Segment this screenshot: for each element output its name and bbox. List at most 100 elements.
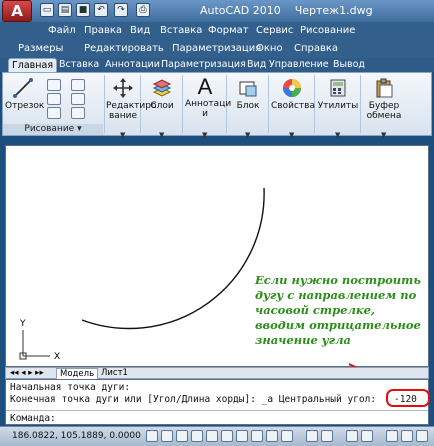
menu-bar-row-1: Файл Правка Вид Вставка Формат Сервис Ри… [0,22,434,40]
draw-panel-label: Рисование [24,124,75,134]
line-button[interactable]: Отрезок [5,77,45,111]
layers-icon [152,79,172,97]
modify-button[interactable]: Редактиро вание [106,77,156,121]
utilities-panel: Утилиты ▼ [315,75,361,139]
new-icon[interactable]: ▭ [40,3,54,17]
draw-panel-title[interactable]: Рисование ▾ [3,124,103,135]
snap-icon[interactable] [146,430,158,442]
chevron-down-icon[interactable]: ▼ [159,131,164,139]
menu-tools[interactable]: Сервис [256,25,293,36]
save-icon[interactable]: ■ [76,3,90,17]
menu-draw[interactable]: Рисование [300,25,355,36]
lock-icon[interactable] [401,430,413,442]
ucs-x-label: X [54,352,60,362]
polyline-icon[interactable] [47,79,61,91]
chevron-down-icon[interactable]: ▼ [289,131,294,139]
grid-icon[interactable] [161,430,173,442]
open-icon[interactable]: ▤ [58,3,72,17]
tab-manage[interactable]: Управление [266,58,332,72]
ucs-y-label: Y [19,319,26,329]
hatch-icon[interactable] [71,107,85,119]
properties-button[interactable]: Свойства [271,77,315,111]
menu-help[interactable]: Справка [294,43,338,54]
menu-modify[interactable]: Редактировать [84,43,164,54]
ortho-icon[interactable] [176,430,188,442]
layout-icon[interactable] [321,430,333,442]
circle-icon[interactable] [47,93,61,105]
tab-layout1[interactable]: Лист1 [98,368,131,378]
chevron-down-icon[interactable]: ▼ [245,131,250,139]
menu-parametric[interactable]: Параметризация [172,43,261,54]
ducs-icon[interactable] [236,430,248,442]
menu-file[interactable]: Файл [48,25,76,36]
block-icon [239,81,257,97]
otrack-icon[interactable] [221,430,233,442]
annotation-note: Если нужно построить дугу с направлением… [255,273,421,347]
tab-nav-arrows[interactable]: ◂◂ ◂ ▸ ▸▸ [10,368,44,378]
command-prompt[interactable]: Команда: [10,413,56,424]
print-icon[interactable]: ⎙ [136,3,150,17]
title-bar: A ▭ ▤ ■ ↶ ↷ ⎙ AutoCAD 2010 Чертеж1.dwg [0,0,434,22]
properties-label: Свойства [271,101,315,111]
clipboard-label: Буфер обмена [366,101,402,121]
rectangle-icon[interactable] [71,93,85,105]
chevron-down-icon[interactable]: ▼ [335,131,340,139]
lineweight-icon[interactable] [266,430,278,442]
window-title: AutoCAD 2010 Чертеж1.dwg [200,4,387,17]
command-history-line-1: Начальная точка дуги: [10,382,131,393]
block-panel: Блок ▼ [227,75,269,139]
layers-button[interactable]: Слои [143,77,181,111]
application-menu-button[interactable]: A [2,0,32,22]
arc-icon[interactable] [47,107,61,119]
document-name: Чертеж1.dwg [294,4,373,17]
line-button-label: Отрезок [5,101,45,111]
menu-insert[interactable]: Вставка [160,25,202,36]
tab-output[interactable]: Вывод [330,58,368,72]
menu-window[interactable]: Окно [256,43,283,54]
draw-panel: Отрезок Рисование ▾ [3,75,105,135]
tab-parametric[interactable]: Параметризация [158,58,249,72]
autocad-window: A ▭ ▤ ■ ↶ ↷ ⎙ AutoCAD 2010 Чертеж1.dwg Фа… [0,0,434,446]
coordinates-readout: 186.0822, 105.1889, 0.0000 [12,431,141,441]
menu-view[interactable]: Вид [130,25,150,36]
menu-bar-row-2: Размеры Редактировать Параметризация Окн… [0,40,434,58]
block-label: Блок [236,101,260,111]
pan-icon[interactable] [361,430,373,442]
menu-edit[interactable]: Правка [84,25,122,36]
qp-icon[interactable] [281,430,293,442]
annotation-button[interactable]: A Аннотаци и [185,74,231,120]
polar-icon[interactable] [191,430,203,442]
app-name: AutoCAD 2010 [200,4,281,17]
calculator-icon [330,79,346,97]
line-icon [13,78,33,98]
tab-home[interactable]: Главная [8,58,58,72]
tab-insert[interactable]: Вставка [56,58,102,72]
zoom-icon[interactable] [346,430,358,442]
tab-annotate[interactable]: Аннотации [102,58,163,72]
model-space-icon[interactable] [306,430,318,442]
undo-icon[interactable]: ↶ [94,3,108,17]
clipboard-button[interactable]: Буфер обмена [363,77,405,121]
properties-panel: Свойства ▼ [269,75,315,139]
redo-icon[interactable]: ↷ [114,3,128,17]
text-icon: A [197,74,213,99]
annotation-panel: A Аннотаци и ▼ [183,74,231,140]
layout-tabs: ◂◂ ◂ ▸ ▸▸ Модель Лист1 [5,367,429,380]
menu-dimension[interactable]: Размеры [18,43,63,54]
rotate-icon[interactable] [71,79,85,91]
fullscreen-icon[interactable] [416,430,428,442]
block-button[interactable]: Блок [229,77,267,111]
osnap-icon[interactable] [206,430,218,442]
arc-shape [81,187,265,330]
chevron-down-icon[interactable]: ▼ [202,131,207,139]
workspace-icon[interactable] [386,430,398,442]
annotations-label: Аннотаци и [185,99,232,119]
ribbon-tabs: Главная Вставка Аннотации Параметризация… [0,58,434,72]
command-history-line-2: Конечная точка дуги или [Угол/Длина хорд… [10,394,377,405]
chevron-down-icon[interactable]: ▼ [381,131,386,139]
dyn-icon[interactable] [251,430,263,442]
highlight-ellipse [386,389,430,407]
utilities-button[interactable]: Утилиты [317,77,359,111]
menu-format[interactable]: Формат [208,25,249,36]
chevron-down-icon[interactable]: ▼ [120,131,125,139]
